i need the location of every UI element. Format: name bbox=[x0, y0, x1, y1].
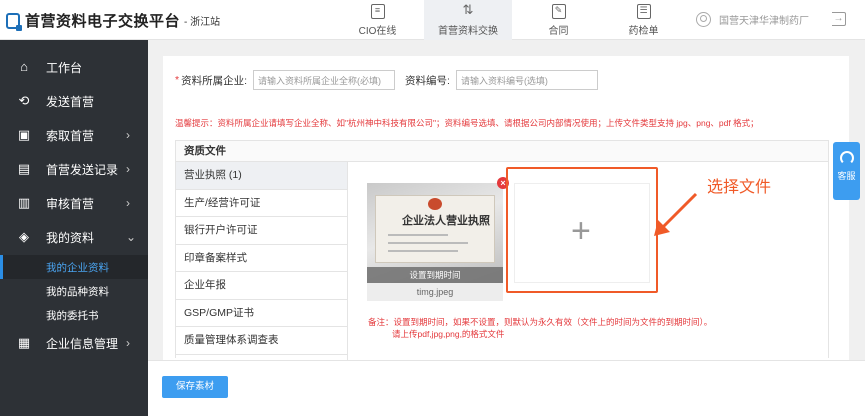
sidebar-subitem-label: 我的企业资料 bbox=[46, 261, 109, 274]
required-mark: * bbox=[175, 74, 180, 86]
card-title: 企业法人营业执照 bbox=[402, 214, 490, 227]
user-menu[interactable]: 国营天津华津制药厂 bbox=[696, 12, 809, 27]
nav-contract[interactable]: ✎ 合同 bbox=[516, 0, 601, 40]
logo[interactable]: 首营资料电子交换平台 - 浙江站 bbox=[6, 10, 220, 31]
card-line bbox=[388, 234, 448, 236]
category-seal-sample[interactable]: 印章备案样式 bbox=[176, 244, 347, 272]
code-label: 资料编号: bbox=[405, 74, 450, 87]
sidebar-subitem-authorization[interactable]: 我的委托书 bbox=[0, 303, 148, 327]
category-quality-survey[interactable]: 质量管理体系调查表 bbox=[176, 327, 347, 355]
avatar-icon bbox=[696, 12, 711, 27]
chevron-right-icon: › bbox=[126, 128, 130, 142]
sidebar-item-company-info[interactable]: ▦ 企业信息管理 › bbox=[0, 326, 148, 360]
chevron-right-icon: › bbox=[126, 336, 130, 350]
file-name: timg.jpeg bbox=[367, 283, 503, 301]
sidebar-item-label: 工作台 bbox=[46, 60, 83, 75]
sidebar-item-label: 索取首营 bbox=[46, 128, 95, 143]
category-list: 营业执照 (1) 生产/经营许可证 银行开户许可证 印章备案样式 企业年报 GS… bbox=[176, 162, 348, 360]
card-line bbox=[388, 242, 468, 244]
upload-dropzone[interactable]: + bbox=[506, 167, 658, 293]
sidebar-subitem-label: 我的委托书 bbox=[46, 309, 99, 322]
plus-icon: + bbox=[571, 212, 591, 250]
tip-text: 温馨提示：资料所属企业请填写企业全称、如"杭州神中科技有限公司"；资料编号选填、… bbox=[175, 118, 759, 128]
nav-cio-online[interactable]: ≡ CIO在线 bbox=[335, 0, 420, 40]
annotation-arrow-icon bbox=[654, 192, 698, 236]
sidebar-item-label: 发送首营 bbox=[46, 94, 95, 109]
save-button[interactable]: 保存素材 bbox=[162, 376, 228, 398]
sidebar-subitem-product-data[interactable]: 我的品种资料 bbox=[0, 279, 148, 303]
sidebar-item-workbench[interactable]: ⌂ 工作台 bbox=[0, 50, 148, 84]
sidebar: ⌂ 工作台 ⟲ 发送首营 ▣ 索取首营 › ▤ 首营发送记录 › ▥ 审核首营 … bbox=[0, 40, 148, 416]
sidebar-item-label: 我的资料 bbox=[46, 230, 95, 245]
form-row: * 资料所属企业: 请输入资料所属企业全称(必填) 资料编号: 请输入资料编号(… bbox=[175, 70, 598, 90]
sidebar-subitem-company-data[interactable]: 我的企业资料 bbox=[0, 255, 148, 279]
sidebar-item-label: 首营发送记录 bbox=[46, 162, 119, 177]
sidebar-item-send-record[interactable]: ▤ 首营发送记录 › bbox=[0, 152, 148, 186]
card-line bbox=[388, 250, 458, 252]
sidebar-item-send[interactable]: ⟲ 发送首营 bbox=[0, 84, 148, 118]
footer-bar: 保存素材 bbox=[148, 360, 865, 416]
nav-label: 合同 bbox=[548, 25, 569, 37]
sidebar-item-label: 审核首营 bbox=[46, 196, 95, 211]
nav-label: 首营资料交换 bbox=[438, 25, 498, 37]
upload-note: 备注：设置到期时间，如果不设置，则默认为永久有效（文件上的时间为文件的到期时间）… bbox=[368, 316, 712, 340]
send-icon: ⟲ bbox=[18, 93, 30, 108]
sidebar-item-label: 企业信息管理 bbox=[46, 336, 119, 351]
sidebar-item-audit[interactable]: ▥ 审核首营 › bbox=[0, 186, 148, 220]
nav-first-exchange[interactable]: ⇅ 首营资料交换 bbox=[424, 0, 512, 40]
report-icon: ☰ bbox=[636, 3, 651, 19]
contract-icon: ✎ bbox=[551, 3, 566, 19]
headset-icon bbox=[839, 151, 854, 165]
company-label: 资料所属企业: bbox=[181, 74, 248, 87]
select-file-annotation: 选择文件 bbox=[707, 179, 772, 196]
category-gsp-gmp[interactable]: GSP/GMP证书 bbox=[176, 299, 347, 327]
note-line-1: 备注：设置到期时间，如果不设置，则默认为永久有效（文件上的时间为文件的到期时间）… bbox=[368, 317, 713, 327]
exchange-icon: ⇅ bbox=[462, 1, 474, 17]
request-icon: ▣ bbox=[17, 127, 31, 142]
building-icon: ▦ bbox=[17, 335, 31, 350]
category-annual-report[interactable]: 企业年报 bbox=[176, 272, 347, 300]
chevron-right-icon: › bbox=[126, 196, 130, 210]
service-label: 客服 bbox=[837, 171, 856, 181]
category-production-license[interactable]: 生产/经营许可证 bbox=[176, 189, 347, 217]
top-nav: ≡ CIO在线 ⇅ 首营资料交换 ✎ 合同 ☰ 药检单 bbox=[335, 0, 686, 40]
nav-inspection[interactable]: ☰ 药检单 bbox=[601, 0, 686, 40]
app-title: 首营资料电子交换平台 bbox=[25, 13, 181, 30]
site-label: - 浙江站 bbox=[184, 17, 221, 28]
seal-icon bbox=[428, 198, 442, 210]
category-bank-license[interactable]: 银行开户许可证 bbox=[176, 217, 347, 245]
code-input[interactable]: 请输入资料编号(选填) bbox=[455, 70, 598, 90]
nav-label: CIO在线 bbox=[358, 25, 397, 37]
logout-icon[interactable]: → bbox=[832, 12, 846, 26]
panel-title: 资质文件 bbox=[176, 141, 828, 162]
home-icon: ⌂ bbox=[20, 59, 28, 74]
chevron-down-icon: ⌄ bbox=[126, 230, 137, 244]
company-input[interactable]: 请输入资料所属企业全称(必填) bbox=[253, 70, 396, 90]
category-business-license[interactable]: 营业执照 (1) bbox=[176, 162, 347, 190]
chevron-right-icon: › bbox=[126, 162, 130, 176]
sidebar-item-my-data[interactable]: ◈ 我的资料 ⌄ bbox=[0, 220, 148, 254]
top-header: 首营资料电子交换平台 - 浙江站 ≡ CIO在线 ⇅ 首营资料交换 ✎ 合同 ☰… bbox=[0, 0, 865, 40]
document-icon: ≡ bbox=[370, 3, 385, 19]
sidebar-subitem-label: 我的品种资料 bbox=[46, 285, 109, 298]
audit-icon: ▥ bbox=[17, 195, 31, 210]
customer-service-button[interactable]: 客服 bbox=[833, 142, 860, 200]
upload-inner: + bbox=[514, 183, 650, 283]
nav-label: 药检单 bbox=[628, 25, 659, 37]
license-card: 企业法人营业执照 bbox=[375, 195, 495, 263]
user-name: 国营天津华津制药厂 bbox=[719, 16, 809, 27]
note-line-2: 请上传pdf,jpg,png,的格式文件 bbox=[392, 329, 505, 339]
sidebar-item-request[interactable]: ▣ 索取首营 › bbox=[0, 118, 148, 152]
uploaded-file-thumb[interactable]: 企业法人营业执照 设置到期时间 timg.jpeg bbox=[367, 183, 503, 301]
logo-icon bbox=[6, 12, 22, 31]
set-expiry-button[interactable]: 设置到期时间 bbox=[367, 267, 503, 283]
record-icon: ▤ bbox=[17, 161, 31, 176]
layers-icon: ◈ bbox=[19, 229, 29, 244]
thumb-image: 企业法人营业执照 设置到期时间 bbox=[367, 183, 503, 283]
